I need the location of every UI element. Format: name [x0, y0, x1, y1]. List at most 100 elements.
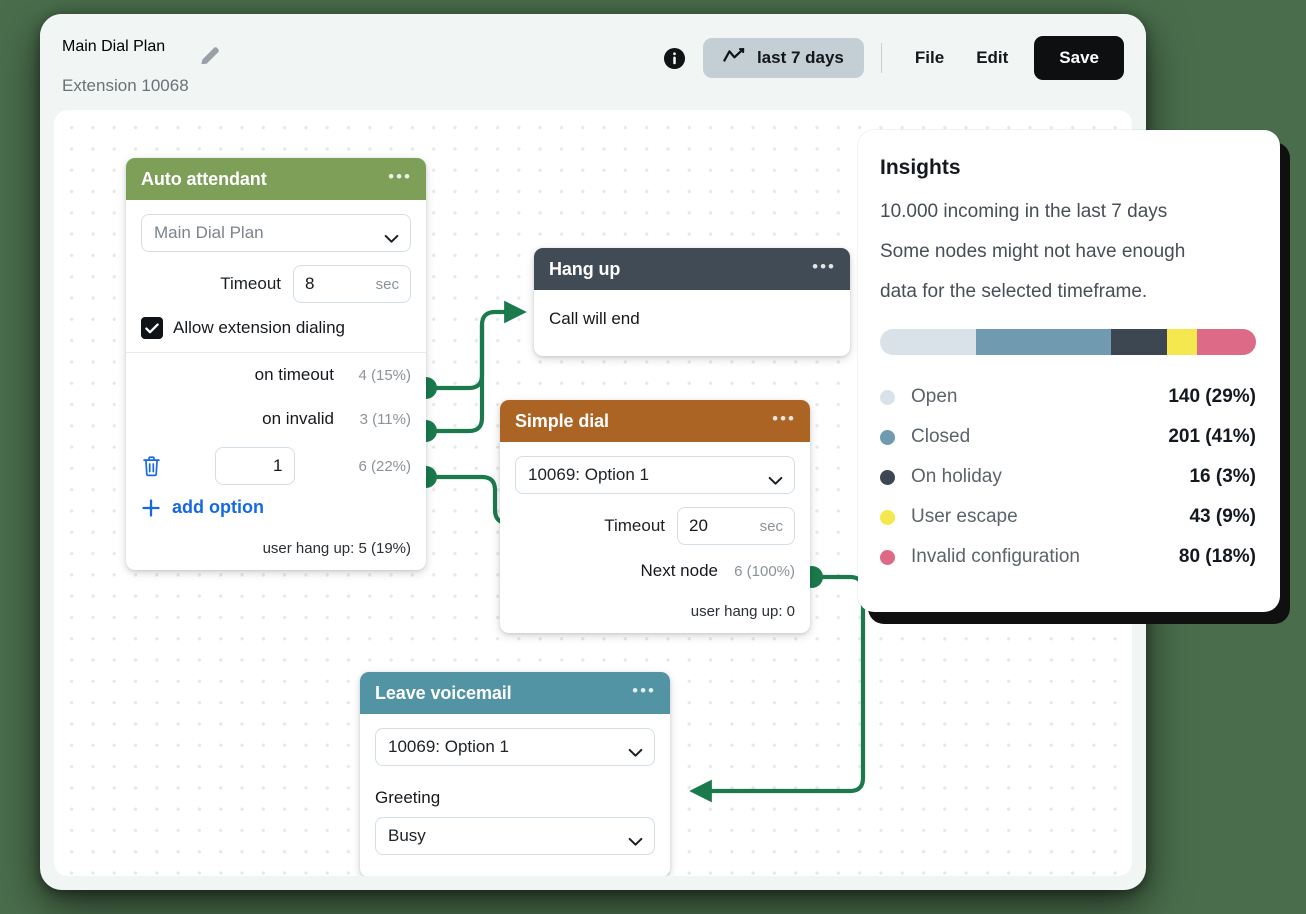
date-range-chip[interactable]: last 7 days — [703, 38, 864, 78]
plus-icon — [141, 498, 161, 518]
legend-swatch — [880, 470, 895, 485]
timeout-unit: sec — [376, 276, 399, 293]
page-title: Main Dial Plan — [62, 38, 165, 56]
bar-segment-invalid-configuration — [1197, 329, 1256, 355]
node-header-hang-up: Hang up ••• — [534, 248, 850, 290]
info-icon[interactable] — [663, 46, 687, 70]
legend-item-invalid-configuration: Invalid configuration 80 (18%) — [880, 537, 1256, 577]
insights-note-line-2: data for the selected timeframe. — [880, 272, 1256, 312]
legend-label: On holiday — [911, 466, 1189, 488]
legend-label: Closed — [911, 426, 1168, 448]
node-header-leave-voicemail: Leave voicemail ••• — [360, 672, 670, 714]
timeout-unit: sec — [760, 518, 783, 535]
voicemail-target-value: 10069: Option 1 — [388, 737, 509, 757]
save-button[interactable]: Save — [1034, 36, 1124, 80]
allow-extension-dialing-row[interactable]: Allow extension dialing — [141, 317, 411, 339]
voicemail-target-select[interactable]: 10069: Option 1 — [375, 728, 655, 766]
edit-menu-button[interactable]: Edit — [960, 38, 1024, 78]
greeting-select-value: Busy — [388, 826, 426, 846]
legend-item-user-escape: User escape 43 (9%) — [880, 497, 1256, 537]
output-stat: 3 (11%) — [347, 411, 411, 428]
more-options-icon[interactable]: ••• — [388, 168, 412, 190]
legend-item-closed: Closed 201 (41%) — [880, 417, 1256, 457]
output-on-timeout[interactable]: on timeout 4 (15%) — [141, 353, 411, 397]
simple-dial-target-value: 10069: Option 1 — [528, 465, 649, 485]
chevron-down-icon — [628, 743, 643, 752]
output-stat: 4 (15%) — [347, 367, 411, 384]
node-title: Leave voicemail — [375, 683, 512, 704]
legend-value: 43 (9%) — [1189, 506, 1256, 528]
legend-value: 16 (3%) — [1189, 466, 1256, 488]
date-range-label: last 7 days — [757, 48, 844, 68]
bar-segment-on-holiday — [1111, 329, 1167, 355]
node-hang-up[interactable]: Hang up ••• Call will end — [534, 248, 850, 356]
node-simple-dial[interactable]: Simple dial ••• 10069: Option 1 Timeout … — [500, 400, 810, 633]
legend-swatch — [880, 510, 895, 525]
output-on-invalid[interactable]: on invalid 3 (11%) — [141, 397, 411, 441]
node-body-simple-dial: 10069: Option 1 Timeout 20 sec Next — [500, 442, 810, 633]
insights-distribution-bar — [880, 329, 1256, 355]
more-options-icon[interactable]: ••• — [632, 682, 656, 704]
timeout-label: Timeout — [604, 516, 665, 536]
allow-extension-dialing-checkbox[interactable] — [141, 317, 163, 339]
chevron-down-icon — [384, 229, 399, 238]
option-row[interactable]: 1 6 (22%) — [141, 441, 411, 491]
dial-plan-select-value: Main Dial Plan — [154, 223, 264, 243]
node-header-simple-dial: Simple dial ••• — [500, 400, 810, 442]
output-label: on timeout — [255, 365, 334, 385]
bar-segment-closed — [976, 329, 1111, 355]
output-next-node[interactable]: Next node 6 (100%) — [515, 545, 795, 597]
add-option-label: add option — [172, 497, 264, 518]
node-leave-voicemail[interactable]: Leave voicemail ••• 10069: Option 1 Gree… — [360, 672, 670, 876]
node-body-leave-voicemail: 10069: Option 1 Greeting Busy — [360, 714, 670, 876]
timeout-value: 8 — [305, 274, 314, 294]
user-hang-up-note: user hang up: 0 — [515, 603, 795, 620]
allow-extension-dialing-label: Allow extension dialing — [173, 318, 345, 338]
trash-icon[interactable] — [141, 455, 162, 477]
legend-value: 140 (29%) — [1168, 386, 1256, 408]
insights-note-line-1: Some nodes might not have enough — [880, 232, 1256, 272]
legend-label: Invalid configuration — [911, 546, 1179, 568]
line-chart-icon — [723, 47, 745, 69]
timeout-input[interactable]: 20 sec — [677, 507, 795, 545]
timeout-row: Timeout 8 sec — [141, 265, 411, 303]
legend-swatch — [880, 550, 895, 565]
node-body-auto-attendant: Main Dial Plan Timeout 8 sec — [126, 200, 426, 570]
hang-up-body-text: Call will end — [549, 304, 835, 343]
output-label: Next node — [641, 561, 719, 581]
more-options-icon[interactable]: ••• — [812, 258, 836, 280]
more-options-icon[interactable]: ••• — [772, 410, 796, 432]
toolbar-divider — [881, 43, 882, 73]
legend-value: 201 (41%) — [1168, 426, 1256, 448]
file-menu-button[interactable]: File — [899, 38, 960, 78]
user-hang-up-note: user hang up: 5 (19%) — [141, 540, 411, 557]
legend-item-on-holiday: On holiday 16 (3%) — [880, 457, 1256, 497]
bar-segment-open — [880, 329, 976, 355]
chevron-down-icon — [768, 471, 783, 480]
greeting-label: Greeting — [375, 788, 655, 808]
timeout-row: Timeout 20 sec — [515, 507, 795, 545]
pencil-icon[interactable] — [197, 43, 223, 69]
insights-panel: Insights 10.000 incoming in the last 7 d… — [858, 130, 1280, 612]
add-option-button[interactable]: add option — [141, 497, 411, 518]
timeout-input[interactable]: 8 sec — [293, 265, 411, 303]
screen: Main Dial Plan Extension 10068 — [0, 0, 1306, 914]
legend-label: Open — [911, 386, 1168, 408]
node-auto-attendant[interactable]: Auto attendant ••• Main Dial Plan Timeou… — [126, 158, 426, 570]
node-title: Hang up — [549, 259, 620, 280]
legend-label: User escape — [911, 506, 1189, 528]
legend-item-open: Open 140 (29%) — [880, 377, 1256, 417]
app-header: Main Dial Plan Extension 10068 — [40, 14, 1146, 102]
output-label: on invalid — [262, 409, 334, 429]
greeting-select[interactable]: Busy — [375, 817, 655, 855]
simple-dial-target-select[interactable]: 10069: Option 1 — [515, 456, 795, 494]
extension-subtitle: Extension 10068 — [62, 76, 189, 96]
insights-incoming-line: 10.000 incoming in the last 7 days — [880, 192, 1256, 232]
option-stat: 6 (22%) — [347, 458, 411, 475]
output-stat: 6 (100%) — [731, 563, 795, 580]
dial-plan-select[interactable]: Main Dial Plan — [141, 214, 411, 252]
timeout-value: 20 — [689, 516, 708, 536]
legend-swatch — [880, 390, 895, 405]
node-title: Auto attendant — [141, 169, 267, 190]
option-digit-input[interactable]: 1 — [215, 447, 295, 485]
